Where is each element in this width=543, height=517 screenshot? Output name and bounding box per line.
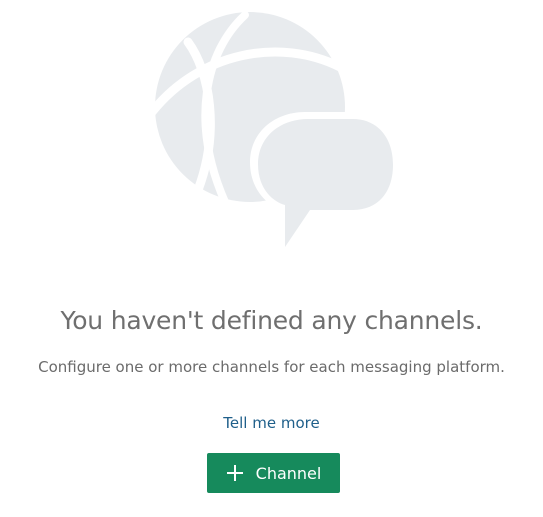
empty-state-title: You haven't defined any channels.: [60, 306, 483, 335]
add-channel-button-label: Channel: [255, 463, 322, 483]
empty-state-subtitle: Configure one or more channels for each …: [38, 358, 505, 376]
globe-chat-bubble-icon: [147, 11, 400, 252]
add-channel-button[interactable]: Channel: [207, 453, 340, 493]
globe-chat-illustration: [147, 11, 400, 252]
tell-me-more-link[interactable]: Tell me more: [0, 414, 543, 432]
chat-bubble-shape: [258, 119, 393, 247]
plus-icon: [226, 465, 243, 481]
